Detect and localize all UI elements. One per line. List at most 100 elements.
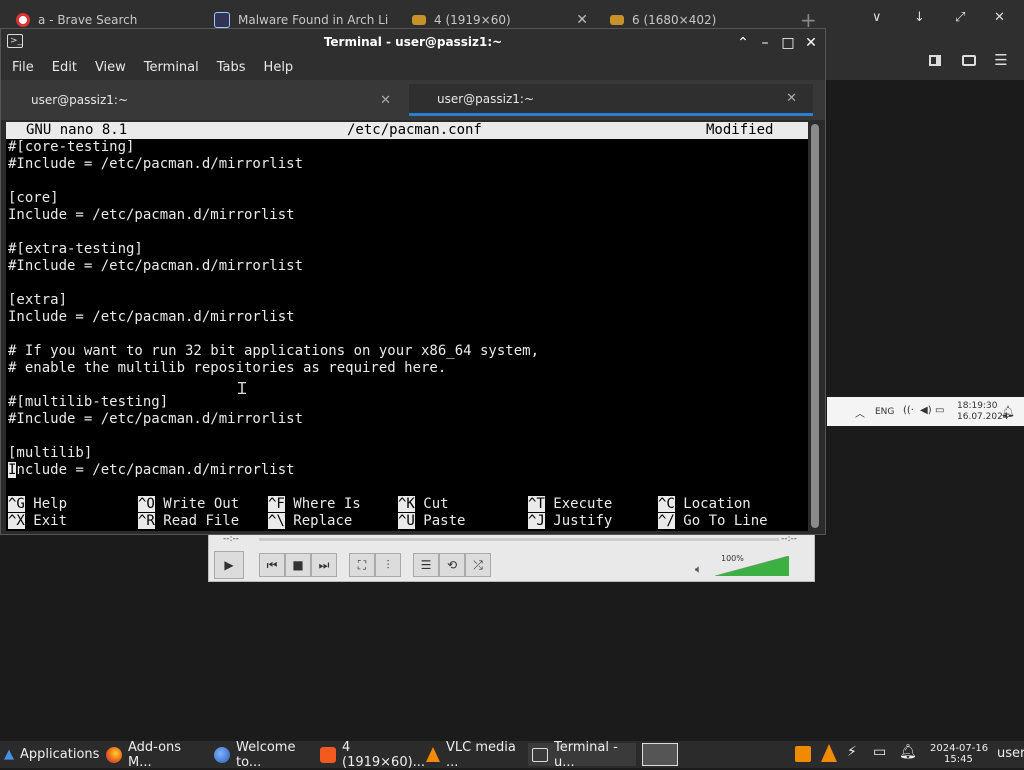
shortcut-execute[interactable]: ^T Execute (528, 496, 612, 513)
vlc-controls: --:-- --:-- ▶ ⏮ ■ ⏭ ⛶ ⫶ ☰ ⟲ ⤮ 🔈︎ 100% (208, 531, 815, 582)
text-line: #[multilib-testing] (8, 394, 169, 410)
wallet-icon[interactable] (954, 40, 984, 80)
battery-icon[interactable]: ▭ (873, 744, 886, 760)
shortcut-go-to-line[interactable]: ^/ Go To Line (658, 513, 768, 530)
network-disconnected-icon[interactable]: ⚡︎ (847, 744, 857, 760)
brave-lion-icon (16, 13, 30, 27)
terminal-tab-bar: user@passiz1:~ ✕ user@passiz1:~ ✕ (1, 80, 825, 120)
terminal-tab[interactable]: user@passiz1:~ ✕ (3, 84, 407, 116)
menu-view[interactable]: View (84, 56, 133, 80)
close-tab-icon[interactable]: ✕ (380, 93, 391, 108)
text-line: Include = /etc/pacman.d/mirrorlist (8, 207, 295, 223)
text-line-current: Include = /etc/pacman.d/mirrorlist (8, 462, 295, 479)
task-button[interactable]: VLC media ... (422, 740, 528, 770)
previous-button[interactable]: ⏮ (259, 553, 285, 577)
updates-icon[interactable] (795, 746, 811, 762)
shortcut-paste[interactable]: ^U Paste (398, 513, 465, 530)
hamburger-menu-icon[interactable]: ☰ (986, 40, 1016, 80)
equalizer-icon: ⫶ (386, 557, 390, 572)
firefox-icon (106, 746, 122, 763)
applications-label: Applications (20, 747, 100, 762)
brave-lion-icon (320, 746, 336, 763)
close-tab-icon[interactable]: ✕ (786, 91, 797, 106)
terminal-tab-label: user@passiz1:~ (437, 91, 535, 106)
terminal-titlebar[interactable]: >_ Terminal - user@passiz1:~ ⌃ – □ ✕ (1, 29, 825, 56)
loop-button[interactable]: ⟲ (439, 553, 465, 577)
globe-icon (214, 746, 230, 763)
text-line: #[core-testing] (8, 139, 135, 155)
tab-list-chevron-icon[interactable]: ∨ (872, 10, 882, 25)
menu-file[interactable]: File (1, 56, 41, 80)
close-icon[interactable]: ✕ (994, 10, 1005, 25)
shortcut-cut[interactable]: ^K Cut (398, 496, 449, 513)
task-button[interactable]: Add-ons M... (102, 740, 208, 770)
terminal-tab-active[interactable]: user@passiz1:~ ✕ (409, 84, 813, 116)
shortcut-replace[interactable]: ^\ Replace (268, 513, 352, 530)
task-button[interactable]: 4 (1919×60)... (316, 740, 425, 770)
page-icon (214, 12, 230, 28)
browser-tab-label: a - Brave Search (38, 13, 138, 27)
play-button[interactable]: ▶ (214, 551, 244, 579)
minimize-icon[interactable]: – (755, 33, 775, 53)
text-line: #Include = /etc/pacman.d/mirrorlist (8, 411, 304, 427)
sidebar-toggle-icon[interactable] (920, 40, 950, 80)
text-line: #[extra-testing] (8, 241, 143, 257)
task-button-active[interactable]: Terminal - u... (528, 740, 636, 770)
text-line: Include = /etc/pacman.d/mirrorlist (8, 309, 295, 325)
vlc-seek-bar[interactable] (259, 538, 779, 541)
user-menu[interactable]: user (997, 746, 1024, 761)
minimize-icon[interactable]: ↓ (914, 10, 925, 25)
nano-version: GNU nano 8.1 (26, 122, 128, 138)
applications-icon: ▲ (4, 747, 14, 762)
close-icon[interactable]: ✕ (801, 33, 821, 53)
notification-bell-icon[interactable]: 🔔︎ (899, 744, 917, 760)
extended-settings-button[interactable]: ⫶ (375, 553, 401, 577)
scrollbar-thumb[interactable] (811, 124, 819, 528)
task-label: Terminal - u... (554, 739, 618, 770)
stop-button[interactable]: ■ (285, 553, 311, 577)
text-line: #Include = /etc/pacman.d/mirrorlist (8, 258, 304, 274)
shuffle-button[interactable]: ⤮ (465, 553, 491, 577)
shortcut-read-file[interactable]: ^R Read File (138, 513, 239, 530)
shortcut-exit[interactable]: ^X Exit (8, 513, 67, 530)
clock-date[interactable]: 2024-07-16 (930, 743, 988, 754)
clock-time[interactable]: 15:45 (944, 754, 973, 765)
volume-icon[interactable]: ◀) (920, 405, 932, 416)
close-tab-icon[interactable]: ✕ (576, 12, 588, 28)
shortcut-row-1: ^G Help (8, 496, 67, 513)
shortcut-where-is[interactable]: ^F Where Is (268, 496, 361, 513)
maximize-icon[interactable]: □ (778, 33, 798, 53)
shortcut-help[interactable]: ^G Help (8, 496, 67, 512)
shuffle-icon: ⤮ (473, 557, 483, 572)
shortcut-write-out[interactable]: ^O Write Out (138, 496, 239, 513)
menu-tabs[interactable]: Tabs (206, 56, 253, 80)
terminal-menubar: File Edit View Terminal Tabs Help (1, 56, 825, 80)
menu-help[interactable]: Help (253, 56, 301, 80)
restore-icon[interactable]: ⤢ (955, 10, 965, 25)
task-button[interactable]: Welcome to... (210, 740, 316, 770)
i-beam-cursor-icon: Ｉ (234, 379, 251, 398)
volume-slider[interactable]: 100% (714, 554, 790, 577)
wifi-icon[interactable]: ((· (903, 405, 914, 416)
nano-editor[interactable]: GNU nano 8.1 /etc/pacman.conf Modified #… (6, 122, 808, 531)
next-button[interactable]: ⏭ (311, 553, 337, 577)
language-indicator[interactable]: ENG (875, 407, 894, 417)
maximize-up-icon[interactable]: ⌃ (733, 33, 753, 53)
browser-toolbar: ☰ (826, 40, 1024, 80)
applications-menu-button[interactable]: ▲ Applications (0, 743, 104, 766)
fullscreen-button[interactable]: ⛶ (349, 553, 375, 577)
vlc-tray-icon[interactable] (821, 744, 837, 762)
window-title: Terminal - user@passiz1:~ (323, 35, 503, 49)
speaker-icon[interactable]: 🔈︎ (695, 562, 702, 577)
shortcut-location[interactable]: ^C Location (658, 496, 751, 513)
shortcut-justify[interactable]: ^J Justify (528, 513, 612, 530)
image-icon (412, 15, 426, 25)
vlc-cone-icon (426, 747, 440, 762)
playlist-button[interactable]: ☰ (413, 553, 439, 577)
workspace-pager[interactable] (642, 743, 678, 766)
battery-icon[interactable]: ▭ (935, 405, 944, 416)
notification-bell-icon[interactable]: 🔔︎ (1001, 405, 1015, 418)
menu-terminal[interactable]: Terminal (133, 56, 206, 80)
menu-edit[interactable]: Edit (41, 56, 84, 80)
chevron-up-icon[interactable]: ︿ (855, 405, 865, 420)
